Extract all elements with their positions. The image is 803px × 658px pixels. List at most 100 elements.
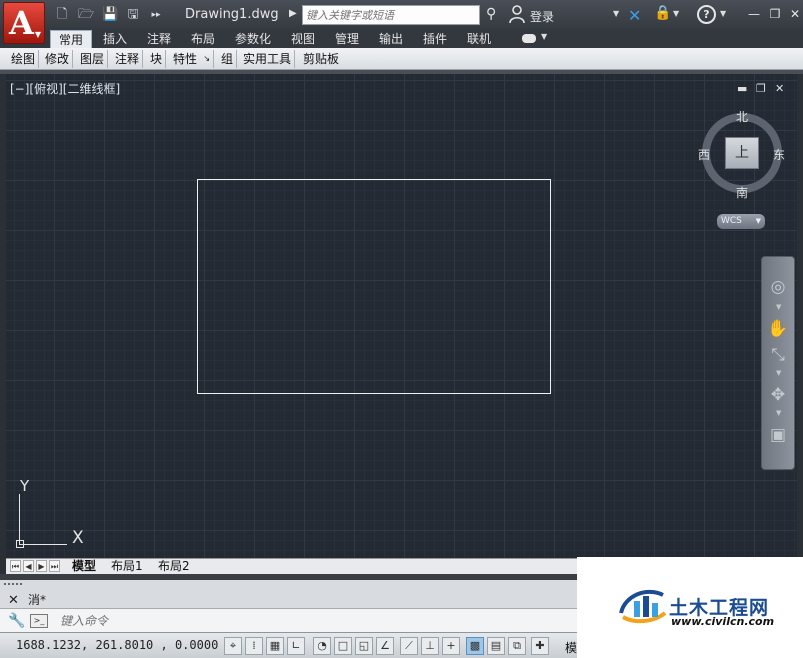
steering-wheel-icon[interactable]: ◎ (766, 275, 790, 299)
quick-access-overflow-icon[interactable]: ▸▸ (148, 7, 164, 23)
orbit-caret-icon[interactable]: ▼ (776, 409, 781, 417)
viewport-minimize-icon[interactable]: ▬ (737, 82, 747, 95)
ortho-mode-icon[interactable]: ∟ (287, 637, 305, 655)
close-icon[interactable]: ✕ (787, 6, 803, 22)
command-history: 消* (28, 593, 47, 607)
dynamic-ucs-icon[interactable]: ⟋ (400, 637, 418, 655)
panel-block[interactable]: 块 (147, 50, 167, 68)
compass-south[interactable]: 南 (736, 184, 748, 201)
tab-output[interactable]: 输出 (379, 30, 403, 48)
command-input[interactable] (60, 612, 570, 630)
quick-properties-icon[interactable]: ▤ (487, 637, 505, 655)
properties-launcher-icon[interactable]: ↘ (203, 50, 210, 68)
polar-tracking-icon[interactable]: ◔ (313, 637, 331, 655)
snap-mode-icon[interactable]: ⁞ (245, 637, 263, 655)
tab-parametric[interactable]: 参数化 (235, 30, 271, 48)
tab-manage[interactable]: 管理 (335, 30, 359, 48)
save-as-icon[interactable]: 🖫 (125, 7, 141, 23)
infer-constraints-icon[interactable]: ⌖ (224, 637, 242, 655)
login-dropdown-icon[interactable]: ▼ (613, 9, 619, 18)
save-icon[interactable]: 💾 (102, 7, 118, 23)
tab-insert[interactable]: 插入 (103, 30, 127, 48)
next-layout-icon[interactable]: ▶ (36, 560, 47, 572)
tab-home[interactable]: 常用 (50, 30, 93, 48)
viewcube[interactable]: 上 北 南 东 西 (698, 108, 785, 200)
tab-annotate[interactable]: 注释 (147, 30, 171, 48)
tab-layout[interactable]: 布局 (191, 30, 215, 48)
ucs-x-label: X (72, 528, 84, 548)
coordinate-readout[interactable]: 1688.1232, 261.8010 , 0.0000 (16, 638, 218, 652)
command-grip-handle[interactable] (4, 583, 22, 589)
annotation-monitor-icon[interactable]: ✚ (531, 637, 549, 655)
object-snap-icon[interactable]: □ (334, 637, 352, 655)
viewport-controls-label[interactable]: [−][俯视][二维线框] (10, 80, 120, 97)
zoom-extents-icon[interactable]: ⤡ (766, 343, 790, 367)
restore-icon[interactable]: ❐ (767, 6, 783, 22)
ucs-x-axis (19, 544, 67, 545)
panel-properties[interactable]: 特性 ↘ (170, 50, 215, 68)
help-dropdown-icon[interactable]: ▼ (720, 9, 726, 18)
open-folder-icon[interactable]: 🗁 (78, 7, 94, 23)
panel-properties-label: 特性 (173, 52, 198, 66)
wrench-icon[interactable]: 🔧 (8, 613, 25, 629)
panel-clipboard[interactable]: 剪贴板 (300, 50, 342, 68)
transparency-icon[interactable]: ▩ (466, 637, 484, 655)
drawn-rectangle[interactable] (197, 179, 551, 394)
command-close-icon[interactable]: ✕ (8, 593, 19, 608)
command-prompt-icon[interactable]: >_ (30, 614, 48, 628)
grid-display-icon[interactable]: ▦ (266, 637, 284, 655)
compass-east[interactable]: 东 (773, 146, 785, 163)
panel-annotation[interactable]: 注释 (112, 50, 144, 68)
viewport-restore-icon[interactable]: ❐ (756, 82, 766, 95)
tab-layout2[interactable]: 布局2 (154, 559, 194, 574)
compass-west[interactable]: 西 (698, 146, 710, 163)
viewport-close-icon[interactable]: ✕ (775, 82, 784, 95)
steering-wheel-caret-icon[interactable]: ▼ (776, 303, 781, 311)
binoculars-icon[interactable]: ⚲ (486, 6, 496, 22)
viewcube-top-face[interactable]: 上 (725, 137, 759, 169)
dynamic-input-icon[interactable]: ⊥ (421, 637, 439, 655)
first-layout-icon[interactable]: ⏮ (10, 560, 21, 572)
help-icon[interactable]: ? (697, 5, 716, 24)
showmotion-icon[interactable]: ▣ (766, 423, 790, 447)
search-expand-icon[interactable]: ▶ (289, 8, 297, 19)
login-link[interactable]: 登录 (530, 8, 554, 25)
ribbon-display-toggle-icon[interactable] (522, 34, 536, 43)
panel-utilities[interactable]: 实用工具 (240, 50, 296, 68)
ribbon-tab-bar: 常用 插入 注释 布局 参数化 视图 管理 输出 插件 联机 (0, 30, 803, 48)
panel-draw[interactable]: 绘图 (8, 50, 40, 68)
autocad-window: 🗋 🗁 💾 🖫 ▸▸ Drawing1.dwg ▶ ⚲ 登录 ▼ ✕ 🔒 ▼ ?… (0, 0, 803, 658)
panel-modify[interactable]: 修改 (42, 50, 74, 68)
ribbon-display-caret-icon[interactable]: ▼ (541, 32, 547, 41)
watermark-url: www.civilcn.com (671, 615, 775, 628)
3d-object-snap-icon[interactable]: ◱ (355, 637, 373, 655)
minimize-icon[interactable]: — (746, 6, 762, 22)
ucs-y-label: Y (20, 477, 30, 495)
lock-icon[interactable]: 🔒 (654, 5, 671, 21)
exchange-apps-icon[interactable]: ✕ (628, 6, 641, 25)
new-file-icon[interactable]: 🗋 (54, 7, 70, 23)
compass-north[interactable]: 北 (736, 108, 748, 125)
tab-model[interactable]: 模型 (68, 559, 100, 574)
pan-hand-icon[interactable]: ✋ (766, 317, 790, 341)
zoom-caret-icon[interactable]: ▼ (776, 369, 781, 377)
application-menu-button[interactable]: A ▼ (3, 2, 45, 44)
tab-plugins[interactable]: 插件 (423, 30, 447, 48)
user-icon[interactable] (509, 4, 525, 24)
tab-view[interactable]: 视图 (291, 30, 315, 48)
selection-cycling-icon[interactable]: ⧉ (508, 637, 526, 655)
lock-dropdown-icon[interactable]: ▼ (673, 9, 679, 18)
prev-layout-icon[interactable]: ◀ (23, 560, 34, 572)
object-snap-tracking-icon[interactable]: ∠ (376, 637, 394, 655)
navigation-bar: ◎ ▼ ✋ ⤡ ▼ ✥ ▼ ▣ (761, 256, 795, 470)
last-layout-icon[interactable]: ⏭ (49, 560, 60, 572)
orbit-icon[interactable]: ✥ (766, 383, 790, 407)
panel-layers[interactable]: 图层 (77, 50, 109, 68)
drawing-canvas[interactable]: [−][俯视][二维线框] ▬ ❐ ✕ 上 北 南 东 西 WCS ▼ ◎ ▼ … (6, 74, 797, 558)
lineweight-icon[interactable]: + (442, 637, 460, 655)
panel-groups[interactable]: 组 (218, 50, 238, 68)
tab-layout1[interactable]: 布局1 (107, 559, 147, 574)
tab-online[interactable]: 联机 (467, 30, 491, 48)
wcs-menu-button[interactable]: WCS ▼ (717, 214, 765, 229)
search-input[interactable] (302, 5, 480, 25)
